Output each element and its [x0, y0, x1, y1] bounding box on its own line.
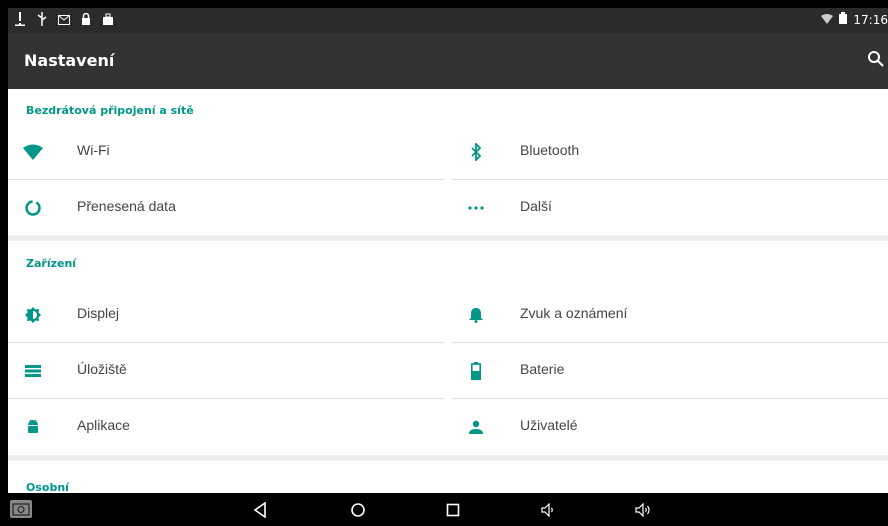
volume-up-icon[interactable] — [633, 499, 655, 521]
status-time: 17:16 — [853, 12, 888, 27]
battery-status-icon — [839, 12, 848, 27]
setting-label: Aplikace — [77, 417, 130, 433]
search-icon[interactable] — [866, 49, 886, 69]
setting-label: Úložiště — [77, 361, 127, 377]
setting-display[interactable]: Displej — [8, 287, 445, 343]
settings-list: Bezdrátová připojení a sítě Wi-Fi Blueto… — [8, 89, 888, 493]
section-device: Zařízení Displej Zvuk a oznámení Úložišt… — [8, 241, 888, 455]
section-title: Zařízení — [26, 257, 77, 270]
setting-label: Zvuk a oznámení — [520, 305, 628, 321]
section-title: Bezdrátová připojení a sítě — [26, 104, 194, 117]
android-icon — [22, 416, 44, 438]
action-bar: Nastavení — [8, 33, 888, 89]
setting-wifi[interactable]: Wi-Fi — [8, 124, 445, 180]
setting-label: Uživatelé — [520, 417, 578, 433]
wifi-status-icon — [821, 13, 834, 27]
storage-icon — [22, 360, 44, 382]
alert-icon — [14, 12, 26, 30]
setting-more[interactable]: Další — [451, 180, 888, 236]
brightness-icon — [22, 304, 44, 326]
section-title: Osobní — [26, 481, 69, 493]
home-icon[interactable] — [347, 499, 369, 521]
setting-battery[interactable]: Baterie — [451, 343, 888, 399]
mail-icon — [58, 13, 70, 29]
setting-storage[interactable]: Úložiště — [8, 343, 445, 399]
wifi-icon — [22, 141, 44, 163]
bell-icon — [465, 304, 487, 326]
setting-label: Wi-Fi — [77, 142, 110, 158]
screenshot-icon[interactable] — [10, 500, 32, 518]
setting-label: Přenesená data — [77, 198, 176, 214]
setting-data-usage[interactable]: Přenesená data — [8, 180, 445, 236]
volume-down-icon[interactable] — [538, 499, 560, 521]
battery-icon — [465, 360, 487, 382]
setting-bluetooth[interactable]: Bluetooth — [451, 124, 888, 180]
navigation-bar — [0, 493, 888, 526]
section-wireless: Bezdrátová připojení a sítě Wi-Fi Blueto… — [8, 89, 888, 235]
section-personal: Osobní — [8, 461, 888, 493]
more-icon — [465, 197, 487, 219]
bluetooth-icon — [465, 141, 487, 163]
setting-label: Baterie — [520, 361, 565, 377]
setting-users[interactable]: Uživatelé — [451, 399, 888, 455]
data-usage-icon — [22, 197, 44, 219]
setting-label: Displej — [77, 305, 120, 321]
status-bar: 17:16 — [8, 8, 888, 33]
user-icon — [465, 416, 487, 438]
usb-icon — [36, 12, 48, 30]
bag-icon — [102, 13, 114, 29]
setting-sound[interactable]: Zvuk a oznámení — [451, 287, 888, 343]
recents-icon[interactable] — [442, 499, 464, 521]
back-icon[interactable] — [249, 499, 271, 521]
page-title: Nastavení — [24, 51, 115, 70]
setting-label: Další — [520, 198, 552, 214]
setting-apps[interactable]: Aplikace — [8, 399, 445, 455]
lock-icon — [80, 12, 92, 29]
screen: 17:16 Nastavení Bezdrátová připojení a s… — [8, 8, 888, 493]
setting-label: Bluetooth — [520, 142, 580, 158]
